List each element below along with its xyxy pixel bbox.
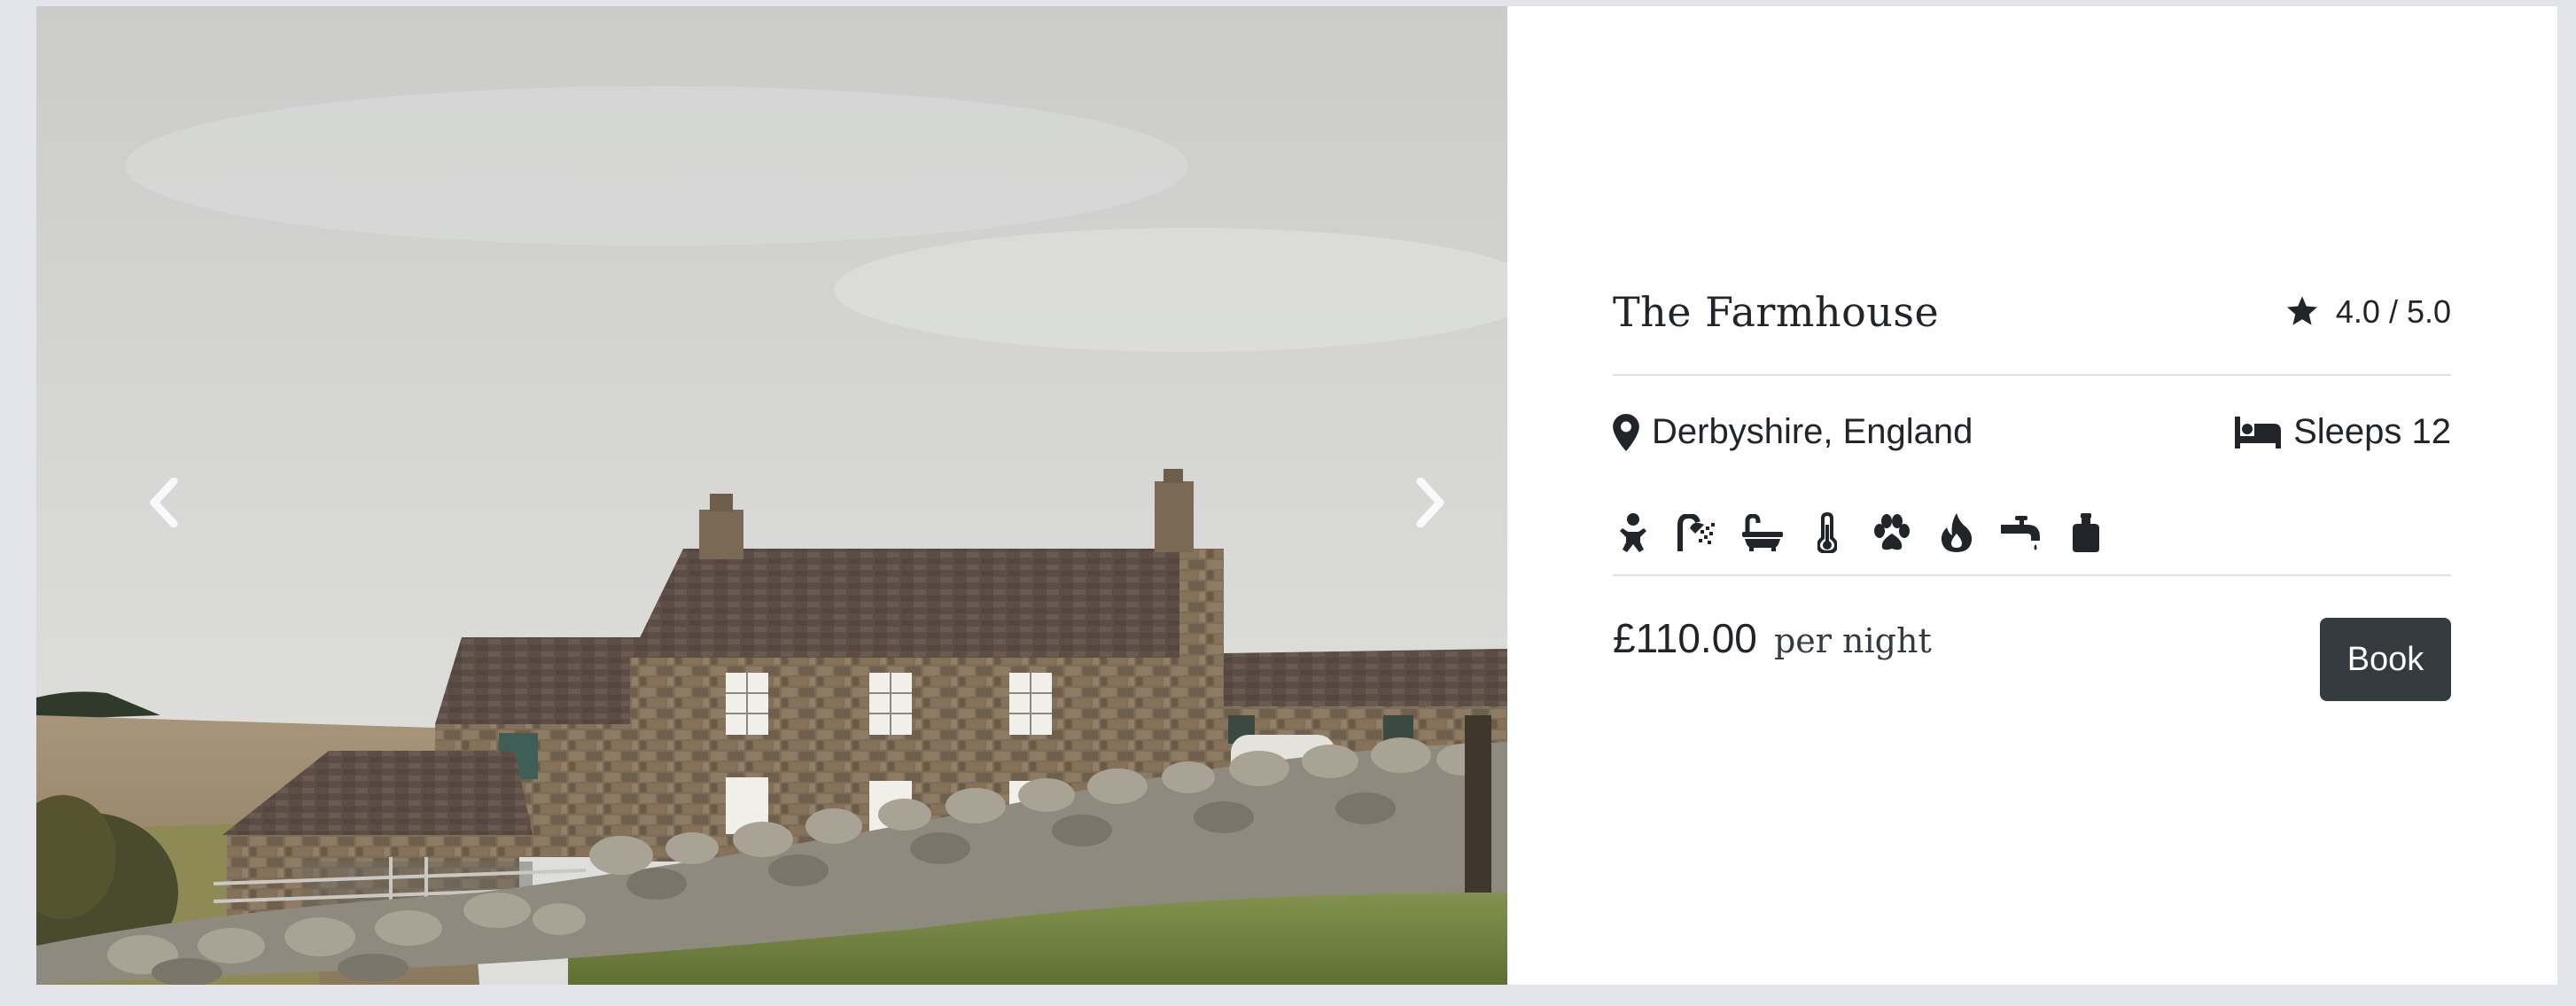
- rating: 4.0 / 5.0: [2284, 293, 2451, 331]
- property-title: The Farmhouse: [1613, 288, 1940, 336]
- book-button[interactable]: Book: [2320, 618, 2451, 701]
- location: Derbyshire, England: [1613, 412, 1973, 452]
- shower-icon: [1677, 514, 1715, 551]
- fire-icon: [1941, 513, 1973, 552]
- property-details: The Farmhouse 4.0 / 5.0 Derbyshire, Engl…: [1613, 6, 2451, 985]
- amenity-bath: [1742, 511, 1783, 555]
- photo-carousel: [36, 6, 1507, 985]
- amenity-toiletries: [2066, 511, 2106, 555]
- location-row: Derbyshire, England Sleeps 12: [1613, 412, 2451, 465]
- divider: [1613, 574, 2451, 576]
- sleeps: Sleeps 12: [2235, 412, 2451, 452]
- bottle-icon: [2073, 513, 2099, 552]
- price: £110.00 per night: [1613, 614, 1932, 662]
- bath-icon: [1742, 514, 1783, 551]
- farmhouse-photo: [36, 6, 1507, 985]
- chevron-right-icon: [1416, 478, 1444, 527]
- paw-icon: [1874, 514, 1910, 550]
- baby-icon: [1620, 513, 1646, 552]
- price-unit: per night: [1773, 621, 1932, 660]
- carousel-next-button[interactable]: [1389, 432, 1469, 573]
- amenity-shower: [1677, 511, 1718, 555]
- divider: [1613, 374, 2451, 376]
- carousel-prev-button[interactable]: [125, 432, 205, 573]
- amenities-list: [1613, 508, 2130, 558]
- map-marker-icon: [1613, 413, 1639, 451]
- amenity-heating: [1807, 511, 1848, 555]
- price-amount: £110.00: [1613, 615, 1757, 661]
- property-card: The Farmhouse 4.0 / 5.0 Derbyshire, Engl…: [36, 6, 2557, 985]
- price-row: £110.00 per night Book: [1613, 609, 2451, 706]
- amenity-water: [2001, 511, 2042, 555]
- bed-icon: [2235, 416, 2282, 448]
- amenity-fireplace: [1936, 511, 1977, 555]
- location-text: Derbyshire, England: [1652, 412, 1973, 451]
- faucet-icon: [2001, 516, 2040, 550]
- rating-value: 4.0 / 5.0: [2335, 293, 2451, 330]
- star-icon: [2286, 296, 2317, 325]
- amenity-baby: [1613, 511, 1654, 555]
- chevron-left-icon: [150, 478, 178, 527]
- thermometer-icon: [1817, 512, 1837, 553]
- sleeps-text: Sleeps 12: [2293, 412, 2451, 451]
- amenity-pets: [1872, 511, 1912, 555]
- title-row: The Farmhouse 4.0 / 5.0: [1613, 288, 2451, 359]
